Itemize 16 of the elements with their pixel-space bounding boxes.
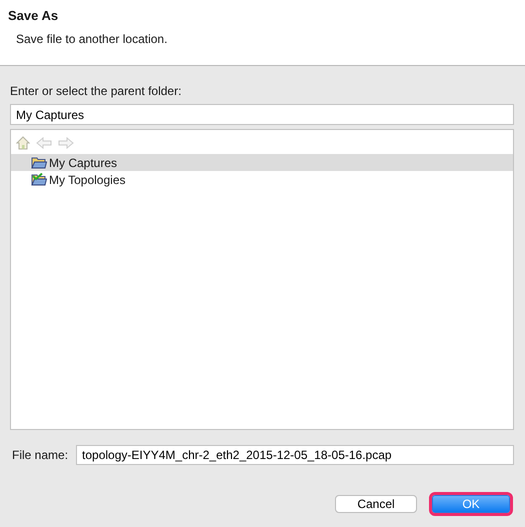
folder-label: Enter or select the parent folder: bbox=[10, 84, 182, 98]
forward-arrow-icon[interactable] bbox=[58, 137, 74, 149]
folder-name: My Topologies bbox=[49, 172, 126, 186]
dialog-title: Save As bbox=[8, 8, 60, 23]
cancel-button[interactable]: Cancel bbox=[335, 495, 417, 513]
folder-field[interactable]: My Captures bbox=[10, 104, 514, 125]
folder-item[interactable]: My Topologies bbox=[11, 171, 513, 188]
back-arrow-icon[interactable] bbox=[36, 137, 52, 149]
checked-folder-icon bbox=[31, 173, 47, 186]
dialog-message: Save file to another location. bbox=[16, 32, 168, 46]
home-icon[interactable] bbox=[16, 136, 30, 150]
file-name-field[interactable]: topology-EIYY4M_chr-2_eth2_2015-12-05_18-05-16.pcap bbox=[76, 445, 514, 465]
folder-name: My Captures bbox=[49, 156, 118, 170]
file-name-label: File name: bbox=[11, 448, 68, 462]
folder-item[interactable]: My Captures bbox=[11, 154, 513, 171]
folder-icon bbox=[31, 156, 47, 169]
